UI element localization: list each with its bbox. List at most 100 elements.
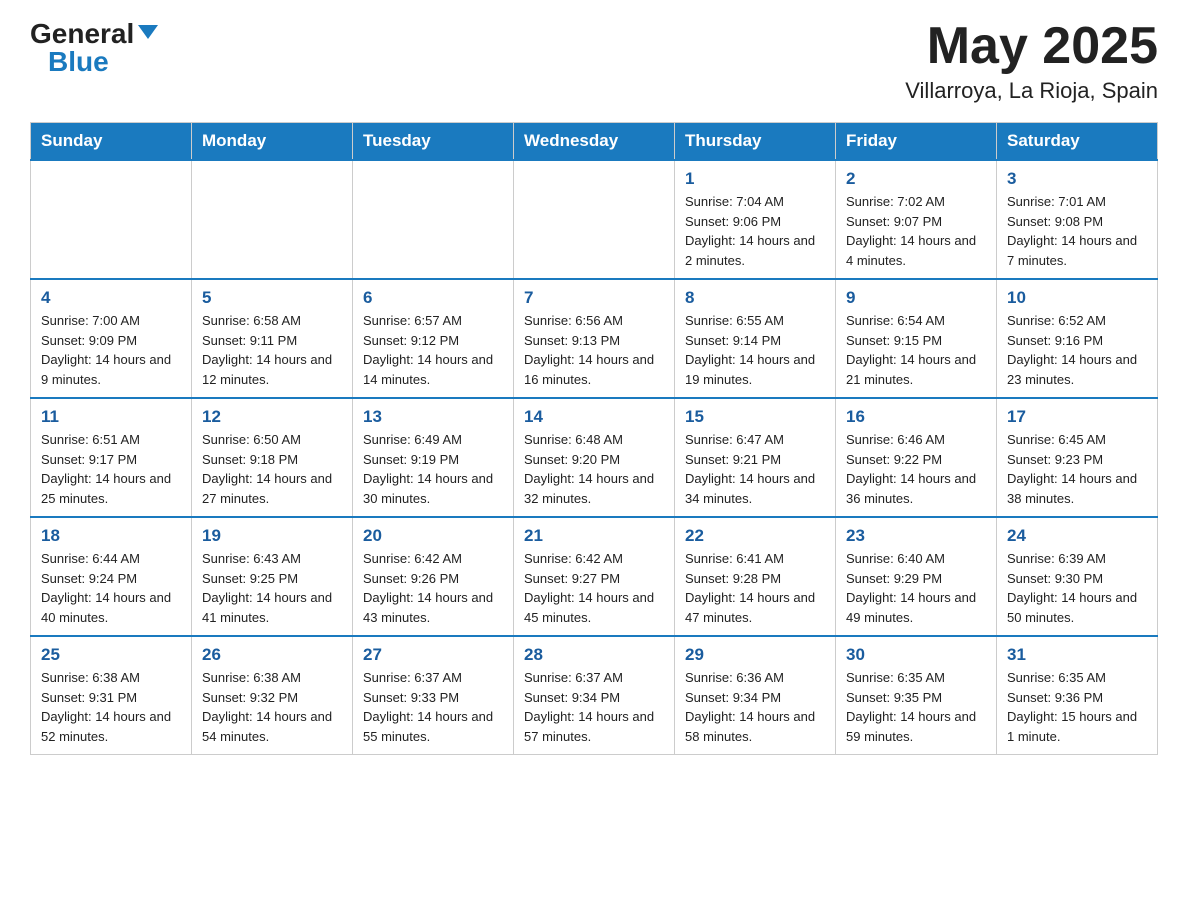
day-of-week-header: Monday [192, 123, 353, 161]
day-number: 22 [685, 526, 825, 546]
day-number: 24 [1007, 526, 1147, 546]
empty-cell [514, 160, 675, 279]
calendar-day-cell: 2 Sunrise: 7:02 AMSunset: 9:07 PMDaylight… [836, 160, 997, 279]
day-info: Sunrise: 6:36 AMSunset: 9:34 PMDaylight:… [685, 668, 825, 746]
calendar-day-cell: 4 Sunrise: 7:00 AMSunset: 9:09 PMDaylight… [31, 279, 192, 398]
day-number: 30 [846, 645, 986, 665]
calendar-table: SundayMondayTuesdayWednesdayThursdayFrid… [30, 122, 1158, 755]
day-info: Sunrise: 6:48 AMSunset: 9:20 PMDaylight:… [524, 430, 664, 508]
day-number: 3 [1007, 169, 1147, 189]
day-number: 23 [846, 526, 986, 546]
calendar-day-cell: 7 Sunrise: 6:56 AMSunset: 9:13 PMDaylight… [514, 279, 675, 398]
week-row: 1 Sunrise: 7:04 AMSunset: 9:06 PMDaylight… [31, 160, 1158, 279]
day-info: Sunrise: 6:45 AMSunset: 9:23 PMDaylight:… [1007, 430, 1147, 508]
empty-cell [192, 160, 353, 279]
day-number: 11 [41, 407, 181, 427]
calendar-day-cell: 11 Sunrise: 6:51 AMSunset: 9:17 PMDayligh… [31, 398, 192, 517]
week-row: 4 Sunrise: 7:00 AMSunset: 9:09 PMDaylight… [31, 279, 1158, 398]
day-number: 29 [685, 645, 825, 665]
location-text: Villarroya, La Rioja, Spain [905, 78, 1158, 104]
calendar-day-cell: 16Sunrise: 6:46 AMSunset: 9:22 PMDayligh… [836, 398, 997, 517]
day-info: Sunrise: 6:39 AMSunset: 9:30 PMDaylight:… [1007, 549, 1147, 627]
day-info: Sunrise: 6:58 AMSunset: 9:11 PMDaylight:… [202, 311, 342, 389]
day-info: Sunrise: 6:46 AMSunset: 9:22 PMDaylight:… [846, 430, 986, 508]
calendar-day-cell: 10 Sunrise: 6:52 AMSunset: 9:16 PMDayligh… [997, 279, 1158, 398]
day-of-week-header: Saturday [997, 123, 1158, 161]
day-number: 27 [363, 645, 503, 665]
calendar-day-cell: 22 Sunrise: 6:41 AMSunset: 9:28 PMDayligh… [675, 517, 836, 636]
calendar-day-cell: 8 Sunrise: 6:55 AMSunset: 9:14 PMDaylight… [675, 279, 836, 398]
calendar-day-cell: 27 Sunrise: 6:37 AMSunset: 9:33 PMDayligh… [353, 636, 514, 755]
day-info: Sunrise: 6:41 AMSunset: 9:28 PMDaylight:… [685, 549, 825, 627]
calendar-header-row: SundayMondayTuesdayWednesdayThursdayFrid… [31, 123, 1158, 161]
day-of-week-header: Friday [836, 123, 997, 161]
calendar-day-cell: 6 Sunrise: 6:57 AMSunset: 9:12 PMDaylight… [353, 279, 514, 398]
day-number: 12 [202, 407, 342, 427]
calendar-day-cell: 3 Sunrise: 7:01 AMSunset: 9:08 PMDaylight… [997, 160, 1158, 279]
day-info: Sunrise: 7:01 AMSunset: 9:08 PMDaylight:… [1007, 192, 1147, 270]
day-number: 10 [1007, 288, 1147, 308]
title-block: May 2025 Villarroya, La Rioja, Spain [905, 20, 1158, 104]
day-info: Sunrise: 7:04 AMSunset: 9:06 PMDaylight:… [685, 192, 825, 270]
day-info: Sunrise: 6:38 AMSunset: 9:32 PMDaylight:… [202, 668, 342, 746]
day-info: Sunrise: 7:02 AMSunset: 9:07 PMDaylight:… [846, 192, 986, 270]
calendar-day-cell: 9 Sunrise: 6:54 AMSunset: 9:15 PMDaylight… [836, 279, 997, 398]
week-row: 18Sunrise: 6:44 AMSunset: 9:24 PMDayligh… [31, 517, 1158, 636]
day-number: 6 [363, 288, 503, 308]
day-number: 18 [41, 526, 181, 546]
calendar-day-cell: 31 Sunrise: 6:35 AMSunset: 9:36 PMDayligh… [997, 636, 1158, 755]
calendar-day-cell: 13 Sunrise: 6:49 AMSunset: 9:19 PMDayligh… [353, 398, 514, 517]
calendar-day-cell: 20 Sunrise: 6:42 AMSunset: 9:26 PMDayligh… [353, 517, 514, 636]
day-info: Sunrise: 6:42 AMSunset: 9:27 PMDaylight:… [524, 549, 664, 627]
calendar-day-cell: 14 Sunrise: 6:48 AMSunset: 9:20 PMDayligh… [514, 398, 675, 517]
logo-triangle-icon [138, 25, 158, 39]
calendar-day-cell: 15 Sunrise: 6:47 AMSunset: 9:21 PMDayligh… [675, 398, 836, 517]
day-info: Sunrise: 6:50 AMSunset: 9:18 PMDaylight:… [202, 430, 342, 508]
day-info: Sunrise: 6:54 AMSunset: 9:15 PMDaylight:… [846, 311, 986, 389]
day-info: Sunrise: 6:52 AMSunset: 9:16 PMDaylight:… [1007, 311, 1147, 389]
day-info: Sunrise: 6:55 AMSunset: 9:14 PMDaylight:… [685, 311, 825, 389]
day-number: 13 [363, 407, 503, 427]
day-number: 15 [685, 407, 825, 427]
page-header: General Blue May 2025 Villarroya, La Rio… [30, 20, 1158, 104]
day-number: 7 [524, 288, 664, 308]
day-number: 1 [685, 169, 825, 189]
calendar-day-cell: 5 Sunrise: 6:58 AMSunset: 9:11 PMDaylight… [192, 279, 353, 398]
month-title: May 2025 [905, 20, 1158, 72]
calendar-day-cell: 28 Sunrise: 6:37 AMSunset: 9:34 PMDayligh… [514, 636, 675, 755]
calendar-day-cell: 29 Sunrise: 6:36 AMSunset: 9:34 PMDayligh… [675, 636, 836, 755]
week-row: 11 Sunrise: 6:51 AMSunset: 9:17 PMDayligh… [31, 398, 1158, 517]
day-number: 28 [524, 645, 664, 665]
day-number: 20 [363, 526, 503, 546]
day-info: Sunrise: 6:37 AMSunset: 9:34 PMDaylight:… [524, 668, 664, 746]
logo-general-text: General [30, 20, 134, 48]
calendar-day-cell: 24 Sunrise: 6:39 AMSunset: 9:30 PMDayligh… [997, 517, 1158, 636]
empty-cell [31, 160, 192, 279]
day-number: 5 [202, 288, 342, 308]
calendar-day-cell: 19 Sunrise: 6:43 AMSunset: 9:25 PMDayligh… [192, 517, 353, 636]
logo: General Blue [30, 20, 158, 76]
day-number: 4 [41, 288, 181, 308]
day-number: 17 [1007, 407, 1147, 427]
day-number: 14 [524, 407, 664, 427]
day-number: 2 [846, 169, 986, 189]
day-info: Sunrise: 6:56 AMSunset: 9:13 PMDaylight:… [524, 311, 664, 389]
day-info: Sunrise: 6:35 AMSunset: 9:36 PMDaylight:… [1007, 668, 1147, 746]
day-info: Sunrise: 6:49 AMSunset: 9:19 PMDaylight:… [363, 430, 503, 508]
day-number: 8 [685, 288, 825, 308]
day-of-week-header: Thursday [675, 123, 836, 161]
day-number: 9 [846, 288, 986, 308]
day-info: Sunrise: 6:42 AMSunset: 9:26 PMDaylight:… [363, 549, 503, 627]
calendar-day-cell: 23Sunrise: 6:40 AMSunset: 9:29 PMDayligh… [836, 517, 997, 636]
logo-blue-text: Blue [48, 48, 109, 76]
day-info: Sunrise: 6:37 AMSunset: 9:33 PMDaylight:… [363, 668, 503, 746]
day-number: 19 [202, 526, 342, 546]
calendar-day-cell: 17 Sunrise: 6:45 AMSunset: 9:23 PMDayligh… [997, 398, 1158, 517]
day-info: Sunrise: 6:43 AMSunset: 9:25 PMDaylight:… [202, 549, 342, 627]
day-info: Sunrise: 6:57 AMSunset: 9:12 PMDaylight:… [363, 311, 503, 389]
day-number: 31 [1007, 645, 1147, 665]
day-info: Sunrise: 6:35 AMSunset: 9:35 PMDaylight:… [846, 668, 986, 746]
day-info: Sunrise: 6:47 AMSunset: 9:21 PMDaylight:… [685, 430, 825, 508]
day-info: Sunrise: 7:00 AMSunset: 9:09 PMDaylight:… [41, 311, 181, 389]
day-info: Sunrise: 6:51 AMSunset: 9:17 PMDaylight:… [41, 430, 181, 508]
